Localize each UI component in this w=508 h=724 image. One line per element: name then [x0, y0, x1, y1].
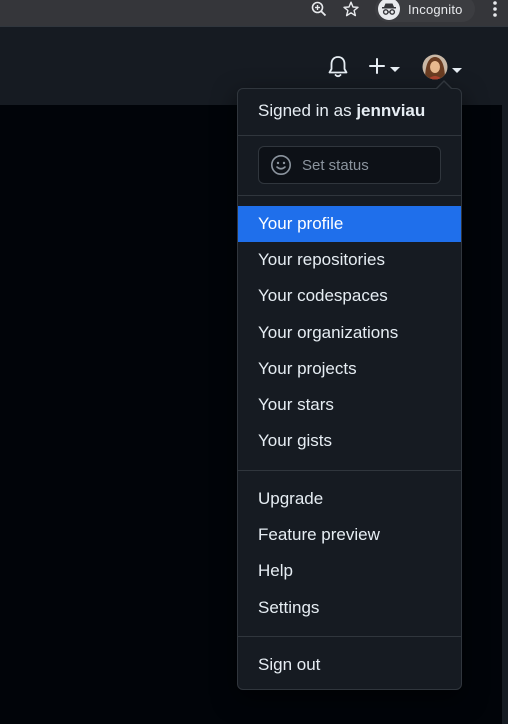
signed-in-prefix: Signed in as: [258, 101, 352, 120]
menu-item-settings[interactable]: Settings: [238, 590, 461, 626]
kebab-menu-icon[interactable]: [488, 0, 502, 18]
signed-in-text: Signed in as jennviau: [258, 101, 425, 121]
chevron-down-icon: [390, 60, 400, 78]
incognito-badge[interactable]: Incognito: [375, 0, 475, 22]
menu-item-help[interactable]: Help: [238, 553, 461, 589]
menu-item-your-gists[interactable]: Your gists: [238, 423, 461, 459]
bell-icon[interactable]: [327, 55, 349, 79]
create-new-button[interactable]: [368, 57, 400, 80]
menu-item-your-repositories[interactable]: Your repositories: [238, 242, 461, 278]
menu-item-your-organizations[interactable]: Your organizations: [238, 315, 461, 351]
divider: [238, 195, 461, 196]
incognito-label: Incognito: [408, 1, 463, 17]
menu-item-your-stars[interactable]: Your stars: [238, 387, 461, 423]
set-status-button[interactable]: Set status: [258, 146, 441, 184]
divider: [238, 636, 461, 637]
set-status-label: Set status: [302, 156, 369, 174]
chevron-down-icon: [452, 61, 462, 79]
menu-item-feature-preview[interactable]: Feature preview: [238, 517, 461, 553]
sign-out-button[interactable]: Sign out: [238, 647, 461, 683]
username: jennviau: [356, 101, 426, 120]
menu-item-your-projects[interactable]: Your projects: [238, 351, 461, 387]
scrollbar[interactable]: [502, 105, 508, 724]
divider: [238, 135, 461, 136]
incognito-icon: [378, 0, 400, 20]
zoom-in-icon[interactable]: [309, 0, 329, 18]
smiley-icon: [270, 154, 292, 176]
browser-toolbar: Incognito: [0, 0, 508, 26]
plus-icon: [368, 57, 386, 80]
menu-item-your-codespaces[interactable]: Your codespaces: [238, 278, 461, 314]
divider: [238, 470, 461, 471]
menu-item-upgrade[interactable]: Upgrade: [238, 481, 461, 517]
star-icon[interactable]: [341, 0, 361, 18]
user-dropdown-menu: Signed in as jennviau Set status Your pr…: [237, 80, 462, 690]
menu-item-your-profile[interactable]: Your profile: [238, 206, 461, 242]
